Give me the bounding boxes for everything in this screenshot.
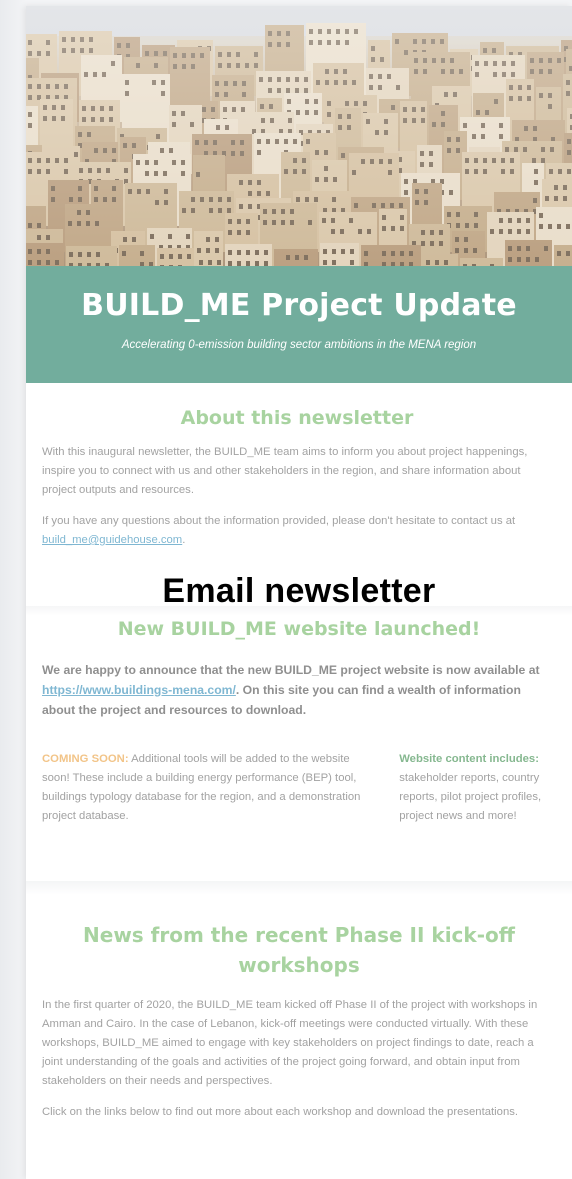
about-paragraph-2-prefix: If you have any questions about the info… [42,515,516,527]
news-section: News from the recent Phase II kick-off w… [26,920,572,1122]
website-content-text: Website content includes: stakeholder re… [399,750,556,826]
coming-soon-label: COMING SOON: [42,753,129,765]
about-paragraph-2: If you have any questions about the info… [42,512,552,550]
website-intro-prefix: We are happy to announce that the new BU… [42,663,540,677]
cityscape-illustration [26,6,572,266]
about-paragraph-1: With this inaugural newsletter, the BUIL… [42,446,528,496]
news-title: News from the recent Phase II kick-off w… [83,923,515,977]
news-paragraph-2: Click on the links below to find out mor… [42,1106,519,1118]
hero-cityscape-image [26,6,572,266]
newsletter-subtitle: Accelerating 0-emission building sector … [121,339,477,351]
newsletter-title: BUILD_ME Project Update [81,288,517,323]
website-intro: We are happy to announce that the new BU… [42,660,556,720]
website-url-link[interactable]: https://www.buildings-mena.com/ [42,683,236,697]
website-content-label: Website content includes: [399,753,539,765]
coming-soon-text: COMING SOON: Additional tools will be ad… [42,750,375,826]
about-paragraph-2-suffix: . [182,534,186,546]
website-columns: COMING SOON: Additional tools will be ad… [42,750,556,826]
website-content-body: stakeholder reports, country reports, pi… [399,772,542,822]
website-section: New BUILD_ME website launched! We are ha… [26,618,572,826]
news-paragraph-1: In the first quarter of 2020, the BUILD_… [42,999,538,1087]
title-banner: BUILD_ME Project Update Accelerating 0-e… [26,266,572,383]
email-newsletter-label: Email newsletter [162,572,436,610]
contact-email-link[interactable]: build_me@guidehouse.com [42,534,182,546]
newsletter-sheet: BUILD_ME Project Update Accelerating 0-e… [26,6,572,1179]
website-title: New BUILD_ME website launched! [117,618,481,640]
section-separator [26,881,572,895]
about-title: About this newsletter [180,407,414,429]
about-section: About this newsletter With this inaugura… [26,383,572,550]
